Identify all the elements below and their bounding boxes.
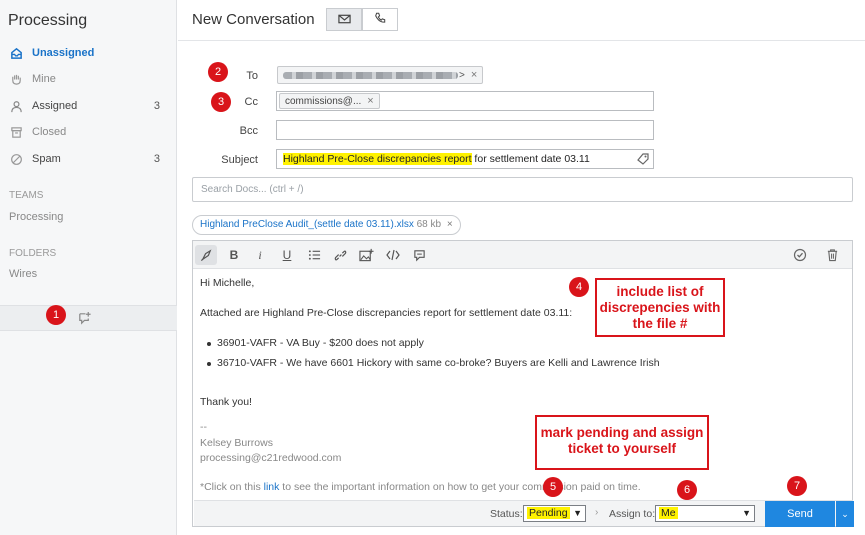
cc-recipient-chip[interactable]: commissions@... ×: [279, 93, 380, 109]
sidebar-item-label: Mine: [32, 73, 56, 85]
comment-icon[interactable]: [411, 247, 427, 263]
status-select[interactable]: Pending ▼: [523, 505, 586, 522]
cc-chip-label: commissions@...: [285, 95, 362, 107]
italic-icon[interactable]: i: [252, 247, 268, 263]
teams-heading: TEAMS: [9, 190, 44, 201]
bullet-dot: [207, 342, 211, 346]
redacted-email: [283, 71, 458, 79]
cc-label: Cc: [244, 96, 258, 108]
attachment-name[interactable]: Highland PreClose Audit_(settle date 03.…: [200, 219, 414, 230]
intro-text: Attached are Highland Pre-Close discrepa…: [200, 307, 573, 319]
app: Processing Unassigned Mine Assigned 3 Cl…: [0, 0, 865, 535]
new-chat-icon[interactable]: [77, 311, 92, 329]
code-icon[interactable]: [385, 247, 401, 263]
sidebar-item-assigned[interactable]: Assigned 3: [0, 95, 177, 117]
editor-toolbar: B i U: [193, 241, 852, 269]
underline-icon[interactable]: U: [279, 247, 295, 263]
user-icon: [9, 99, 23, 113]
annotation-badge-5: 5: [543, 477, 563, 497]
annotation-badge-6: 6: [677, 480, 697, 500]
assign-value: Me: [659, 507, 678, 519]
cc-field[interactable]: commissions@... ×: [276, 91, 654, 111]
email-mode-button[interactable]: [326, 8, 362, 31]
bcc-label: Bcc: [239, 125, 258, 137]
send-button[interactable]: Send: [765, 501, 835, 527]
footer-note: *Click on this link to see the important…: [200, 481, 641, 493]
chevron-down-icon: ▼: [573, 508, 582, 518]
signature-dash: --: [200, 421, 207, 433]
bullet-dot: [207, 362, 211, 366]
to-label: To: [246, 70, 258, 82]
message-editor[interactable]: B i U Hi Michelle, Attached are Highland…: [192, 240, 854, 527]
hand-icon: [9, 72, 23, 86]
sidebar-item-label: Assigned: [32, 100, 78, 112]
page-title: New Conversation: [192, 11, 315, 28]
footer-link[interactable]: link: [264, 481, 280, 493]
ban-icon: [9, 152, 23, 166]
attachment-chip[interactable]: Highland PreClose Audit_(settle date 03.…: [192, 215, 461, 235]
assign-select[interactable]: Me ▼: [655, 505, 755, 522]
compose-header: New Conversation: [178, 0, 865, 41]
link-icon[interactable]: [332, 247, 348, 263]
annotation-badge-7: 7: [787, 476, 807, 496]
sidebar-item-label: Spam: [32, 153, 61, 165]
sidebar-folder-wires[interactable]: Wires: [9, 268, 37, 280]
phone-icon: [374, 12, 386, 27]
sidebar-item-unassigned[interactable]: Unassigned: [0, 42, 177, 64]
chevron-down-icon: ⌄: [841, 508, 849, 519]
chevron-down-icon: ▼: [742, 508, 751, 518]
thanks-text: Thank you!: [200, 396, 252, 408]
annotation-callout-pending: mark pending and assign ticket to yourse…: [535, 415, 709, 470]
annotation-callout-list: include list of discrepencies with the f…: [595, 278, 725, 337]
attachment-size: 68 kb: [416, 219, 442, 230]
status-label: Status:: [490, 508, 523, 520]
remove-cc-icon[interactable]: ×: [367, 95, 373, 107]
folders-heading: FOLDERS: [9, 248, 57, 259]
sidebar-item-spam[interactable]: Spam 3: [0, 148, 177, 170]
chevron-right-icon: ›: [595, 507, 599, 518]
signature-email: processing@c21redwood.com: [200, 452, 342, 464]
annotation-badge-4: 4: [569, 277, 589, 297]
sidebar-item-mine[interactable]: Mine: [0, 68, 177, 90]
subject-field[interactable]: Highland Pre-Close discrepancies report …: [276, 149, 654, 169]
sidebar-footer: [0, 305, 177, 331]
subject-highlighted-text: Highland Pre-Close discrepancies report: [283, 153, 472, 165]
subject-label: Subject: [221, 154, 258, 166]
search-docs-input[interactable]: Search Docs... (ctrl + /): [192, 177, 853, 202]
sidebar-item-count: 3: [153, 153, 160, 165]
archive-icon: [9, 125, 23, 139]
status-value: Pending: [527, 507, 570, 519]
bcc-field[interactable]: [276, 120, 654, 140]
subject-rest-text: for settlement date 03.11: [471, 153, 590, 165]
remove-attachment-icon[interactable]: ×: [447, 219, 453, 230]
bold-icon[interactable]: B: [226, 247, 242, 263]
envelope-icon: [337, 13, 351, 27]
sidebar-item-label: Closed: [32, 126, 67, 138]
subject-value: Highland Pre-Close discrepancies report …: [283, 153, 590, 165]
signature-name: Kelsey Burrows: [200, 437, 273, 449]
remove-recipient-icon[interactable]: ×: [471, 69, 477, 81]
to-recipient-chip[interactable]: > ×: [277, 66, 484, 84]
bullet-list-icon[interactable]: [306, 247, 322, 263]
trash-icon[interactable]: [824, 247, 840, 263]
insert-image-icon[interactable]: [358, 247, 374, 263]
phone-mode-button[interactable]: [362, 8, 398, 31]
sidebar-item-closed[interactable]: Closed: [0, 121, 177, 143]
bullet-item: 36901-VAFR - VA Buy - $200 does not appl…: [217, 337, 424, 349]
sidebar-title: Processing: [8, 12, 88, 29]
sidebar-item-label: Unassigned: [32, 47, 95, 59]
tag-icon[interactable]: [636, 152, 650, 169]
sidebar: Processing Unassigned Mine Assigned 3 Cl…: [0, 0, 177, 535]
bullet-item: 36710-VAFR - We have 6601 Hickory with s…: [217, 357, 660, 369]
greeting-text: Hi Michelle,: [200, 277, 255, 289]
annotation-badge-1: 1: [46, 305, 66, 325]
compose-footer-bar: Status: Pending ▼ › Assign to: Me ▼ Send…: [194, 500, 854, 527]
sidebar-team-processing[interactable]: Processing: [9, 211, 63, 223]
inbox-icon: [9, 46, 23, 60]
check-circle-icon[interactable]: [792, 247, 808, 263]
format-toggle-icon[interactable]: [195, 245, 217, 265]
send-options-button[interactable]: ⌄: [836, 501, 854, 527]
assign-label: Assign to:: [609, 508, 656, 520]
sidebar-item-count: 3: [153, 100, 160, 112]
